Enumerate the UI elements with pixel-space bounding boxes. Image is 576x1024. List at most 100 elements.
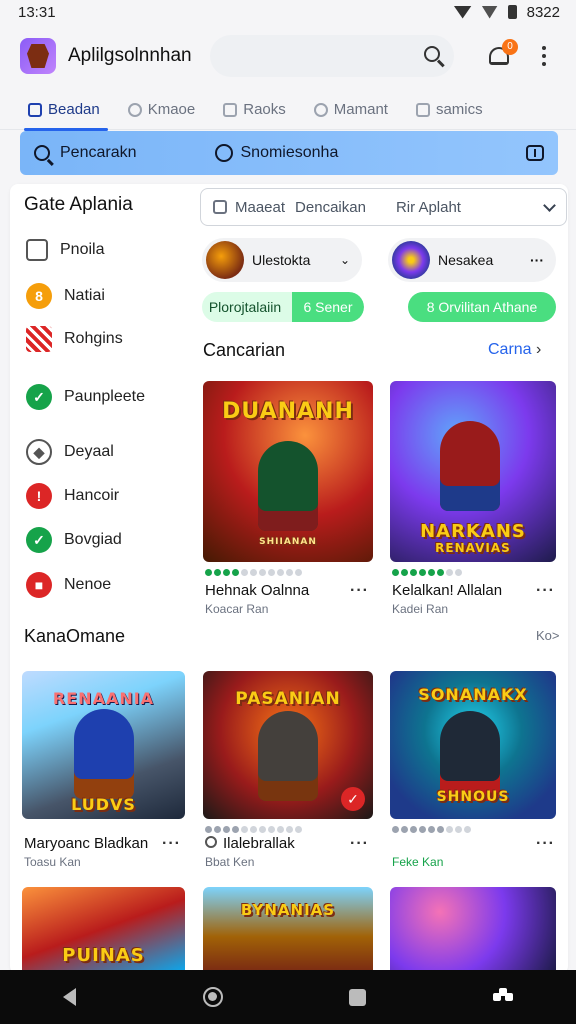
battery-icon bbox=[507, 5, 517, 19]
filter-text-a: Maaeat bbox=[235, 198, 286, 216]
search-banner[interactable]: Pencarakn Snomiesonha bbox=[20, 131, 558, 175]
game-art-title: PUINAS bbox=[62, 945, 145, 966]
game-card[interactable]: BYNANIAS bbox=[203, 887, 373, 970]
search-icon[interactable] bbox=[424, 46, 440, 62]
game-avatar bbox=[206, 241, 244, 279]
filter-text-b: Dencaikan bbox=[295, 198, 366, 216]
sidebar-item-rohgins[interactable]: Rohgins bbox=[26, 326, 123, 352]
tab-beadan[interactable]: Beadan bbox=[24, 91, 108, 131]
app-logo-icon[interactable] bbox=[20, 38, 56, 74]
game-art-title: RENAANIA bbox=[52, 689, 155, 708]
game-card[interactable]: DUANANH SHIIANAN bbox=[203, 381, 373, 562]
game-subtitle: Bbat Ken bbox=[205, 855, 255, 869]
chevron-down-icon: ⌄ bbox=[339, 253, 350, 267]
tab-bar: Beadan Kmaoe Raoks Mamant samics bbox=[0, 90, 576, 131]
search-input[interactable] bbox=[210, 35, 454, 77]
tab-label: Beadan bbox=[48, 101, 100, 118]
sidebar-item-deyaal[interactable]: ◆ Deyaal bbox=[26, 439, 114, 465]
sidebar-item-nenoe[interactable]: ■ Nenoe bbox=[26, 572, 111, 598]
more-menu-icon[interactable] bbox=[542, 46, 546, 66]
tab-icon bbox=[415, 102, 430, 117]
check-icon: ✓ bbox=[26, 527, 52, 553]
rating-stars bbox=[205, 826, 302, 833]
sidebar-item-hancoir[interactable]: ! Hancoir bbox=[26, 483, 119, 509]
game-card[interactable]: NARKANS RENAVIAS bbox=[390, 381, 556, 562]
game-art-subtitle: RENAVIAS bbox=[435, 541, 511, 555]
sidebar-item-label: Natiai bbox=[64, 287, 105, 304]
more-icon[interactable]: ··· bbox=[530, 252, 544, 268]
more-options-icon[interactable]: ··· bbox=[536, 835, 555, 853]
game-card[interactable] bbox=[390, 887, 556, 970]
more-options-icon[interactable]: ··· bbox=[162, 835, 181, 853]
stripes-icon bbox=[26, 326, 52, 352]
sidebar-heading: Gate Aplania bbox=[24, 194, 133, 215]
info-icon[interactable] bbox=[526, 145, 544, 161]
sidebar-item-bovgiad[interactable]: ✓ Bovgiad bbox=[26, 527, 122, 553]
tab-samics[interactable]: samics bbox=[415, 91, 483, 129]
tab-label: Mamant bbox=[333, 101, 388, 118]
game-card[interactable]: SONANAKX SHNOUS bbox=[390, 671, 556, 819]
selector-label: Nesakea bbox=[438, 252, 494, 268]
more-options-icon[interactable]: ··· bbox=[350, 835, 369, 853]
sidebar-item-natiai[interactable]: 8 Natiai bbox=[26, 283, 105, 309]
game-name: Ilalebrallak bbox=[223, 835, 295, 852]
game-subtitle: Toasu Kan bbox=[24, 855, 81, 869]
game-art bbox=[390, 887, 556, 970]
app-bar: Aplilgsolnnhan 0 bbox=[0, 28, 576, 84]
filter-dropdown[interactable]: Maaeat Dencaikan Rir Aplaht bbox=[200, 188, 567, 226]
see-all-link[interactable]: Ko> bbox=[536, 628, 560, 643]
pill-button-1[interactable]: Plorojtalaiin 6 Sener bbox=[202, 292, 364, 322]
game-art-subtitle: LUDVS bbox=[71, 795, 136, 814]
game-avatar bbox=[392, 241, 430, 279]
sidebar-item-label: Rohgins bbox=[64, 330, 123, 347]
tab-mamant[interactable]: Mamant bbox=[313, 91, 388, 129]
game-art-subtitle: SHNOUS bbox=[436, 789, 510, 805]
pill-button-2[interactable]: 8 Orvilitan Athane bbox=[408, 292, 556, 322]
app-title: Aplilgsolnnhan bbox=[68, 45, 192, 66]
filter-icon bbox=[213, 200, 227, 214]
game-card[interactable]: PUINAS bbox=[22, 887, 185, 970]
game-art-subtitle: SHIIANAN bbox=[259, 537, 317, 547]
game-art-title: PASANIAN bbox=[235, 689, 341, 709]
game-art-title: BYNANIAS bbox=[240, 901, 336, 919]
tab-raoks[interactable]: Raoks bbox=[223, 91, 286, 129]
more-options-icon[interactable]: ··· bbox=[350, 582, 369, 600]
sidebar-item-paunpleete[interactable]: ✓ Paunpleete bbox=[26, 384, 145, 410]
rating-stars bbox=[205, 569, 302, 576]
game-selector-1[interactable]: Ulestokta ⌄ bbox=[202, 238, 362, 282]
hero-figure bbox=[440, 711, 500, 801]
more-options-icon[interactable]: ··· bbox=[536, 582, 555, 600]
sidebar-item-label: Deyaal bbox=[64, 443, 114, 460]
tab-label: Raoks bbox=[243, 101, 286, 118]
recent-apps-icon[interactable] bbox=[349, 988, 367, 1006]
tab-icon bbox=[223, 102, 238, 117]
game-name: Maryoanc Bladkan bbox=[24, 835, 149, 852]
sidebar-item-pnoila[interactable]: Pnoila bbox=[26, 239, 104, 261]
game-art-title: SONANAKX bbox=[418, 685, 528, 704]
see-all-link[interactable]: Carna › bbox=[488, 341, 541, 359]
alert-icon: ! bbox=[26, 483, 52, 509]
banner-mid-text: Snomiesonha bbox=[240, 144, 339, 161]
game-art-title: DUANANH bbox=[222, 399, 354, 424]
game-card[interactable]: RENAANIA LUDVS bbox=[22, 671, 185, 819]
pill-label: 8 Orvilitan Athane bbox=[426, 299, 538, 315]
sidebar-item-label: Pnoila bbox=[60, 241, 105, 258]
circle-icon bbox=[214, 144, 233, 162]
section-title: KanaOmane bbox=[24, 626, 126, 646]
tab-kmaoe[interactable]: Kmaoe bbox=[127, 91, 195, 129]
chevron-right-icon: › bbox=[536, 341, 542, 358]
game-name: Hehnak Oalnna bbox=[205, 582, 310, 599]
assistant-icon[interactable] bbox=[492, 988, 513, 1006]
status-bar: 13:31 8322 bbox=[0, 0, 576, 24]
check-icon: ✓ bbox=[26, 384, 52, 410]
back-icon[interactable] bbox=[63, 988, 77, 1006]
game-subtitle: Kadei Ran bbox=[392, 602, 449, 616]
tab-icon bbox=[28, 102, 42, 117]
rating-stars bbox=[392, 826, 471, 833]
game-selector-2[interactable]: Nesakea ··· bbox=[388, 238, 556, 282]
pill-label-b: 6 Sener bbox=[292, 292, 364, 322]
signal-icon bbox=[481, 5, 498, 19]
home-button-icon[interactable] bbox=[202, 987, 223, 1007]
notifications-button[interactable]: 0 bbox=[486, 39, 518, 69]
game-card[interactable]: PASANIAN ✓ bbox=[203, 671, 373, 819]
